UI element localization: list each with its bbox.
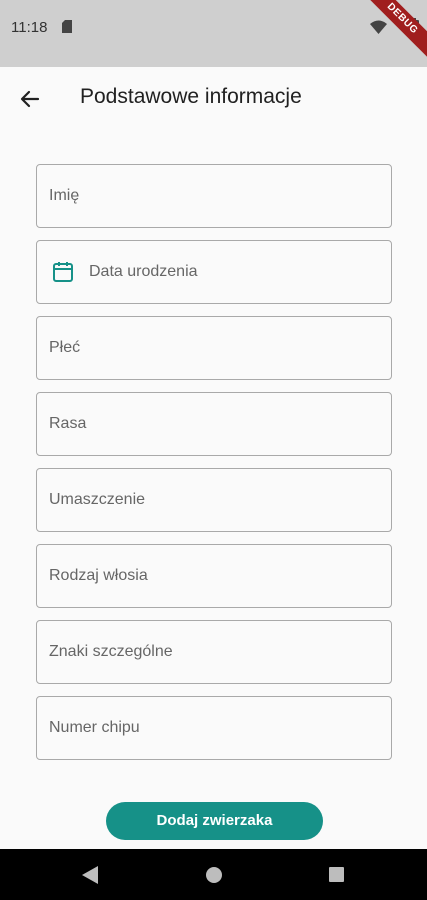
status-bar: 11:18 DEBUG	[0, 0, 427, 67]
nav-back-icon[interactable]	[82, 866, 98, 884]
special-marks-field-label: Znaki szczególne	[49, 643, 173, 660]
hair-type-field-label: Rodzaj włosia	[49, 567, 148, 584]
calendar-icon	[53, 262, 73, 282]
breed-field-label: Rasa	[49, 415, 87, 432]
name-field[interactable]: Imię	[36, 164, 392, 228]
arrow-left-icon[interactable]	[18, 87, 42, 111]
birth-date-field-label: Data urodzenia	[89, 263, 198, 280]
wifi-icon	[370, 20, 387, 34]
nav-recents-icon[interactable]	[329, 867, 344, 882]
coat-color-field-label: Umaszczenie	[49, 491, 146, 508]
navigation-bar	[0, 849, 427, 900]
page-title: Podstawowe informacje	[80, 85, 302, 108]
sex-field-label: Płeć	[49, 339, 81, 356]
name-field-label: Imię	[49, 187, 80, 204]
breed-field[interactable]: Rasa	[36, 392, 392, 456]
add-pet-button[interactable]: Dodaj zwierzaka	[106, 802, 323, 840]
chip-number-field-label: Numer chipu	[49, 719, 140, 736]
nav-home-icon[interactable]	[206, 867, 222, 883]
sex-field[interactable]: Płeć	[36, 316, 392, 380]
hair-type-field[interactable]: Rodzaj włosia	[36, 544, 392, 608]
app-bar: Podstawowe informacje	[0, 67, 427, 131]
sim-card-icon	[62, 20, 72, 33]
status-time: 11:18	[11, 19, 48, 36]
debug-banner: DEBUG	[356, 0, 427, 65]
chip-number-field[interactable]: Numer chipu	[36, 696, 392, 760]
special-marks-field[interactable]: Znaki szczególne	[36, 620, 392, 684]
coat-color-field[interactable]: Umaszczenie	[36, 468, 392, 532]
birth-date-field[interactable]: Data urodzenia	[36, 240, 392, 304]
